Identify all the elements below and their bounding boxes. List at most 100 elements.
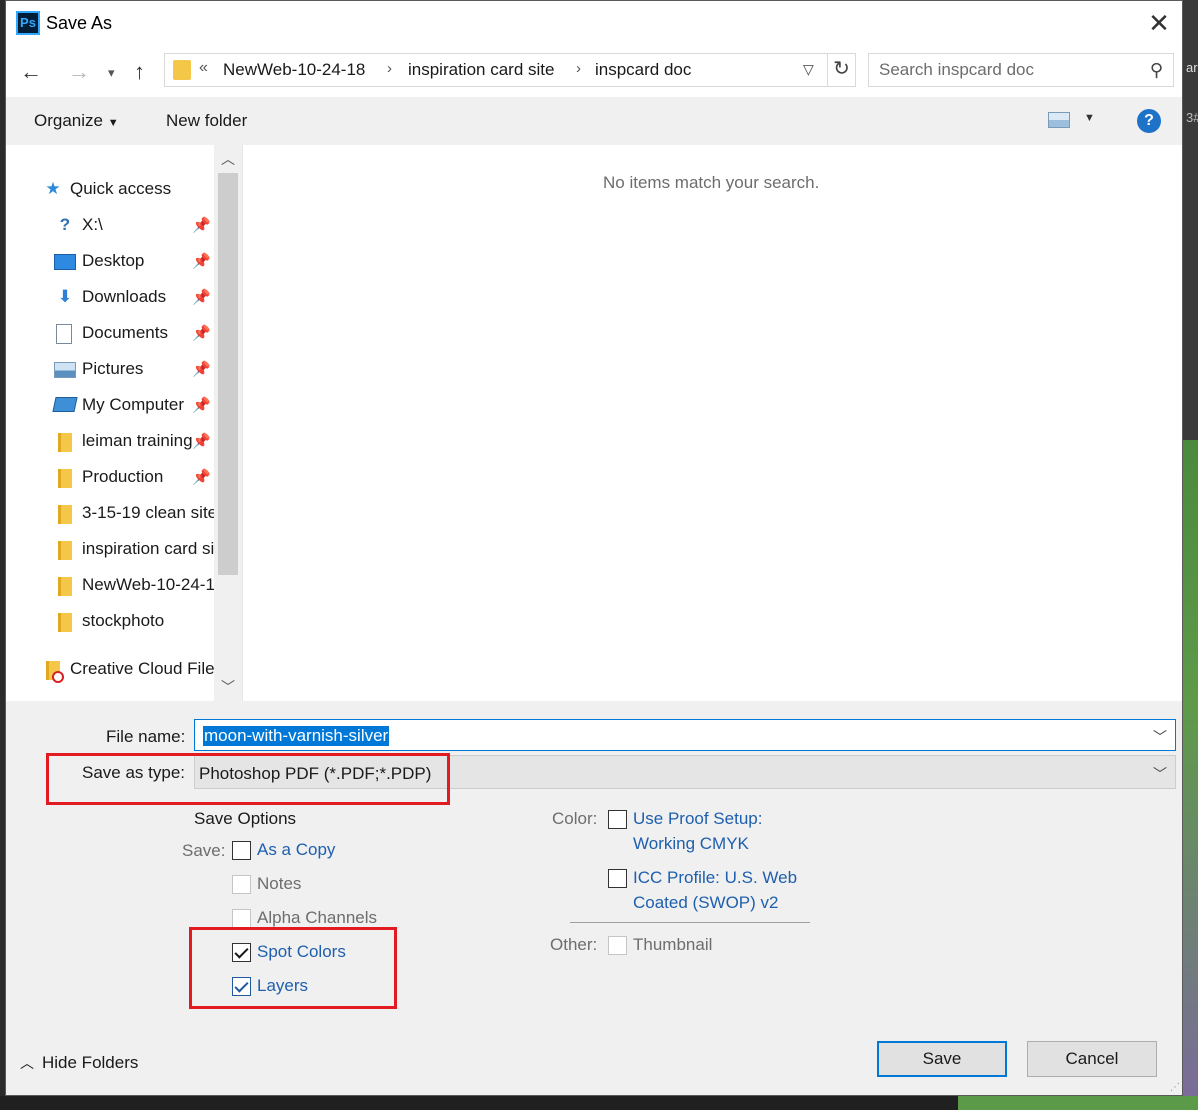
sidebar-item-label: Downloads: [82, 287, 167, 306]
sidebar-item-label: Quick access: [70, 179, 172, 198]
folder-icon: [173, 60, 191, 80]
as-a-copy-label[interactable]: As a Copy: [257, 840, 335, 860]
refresh-icon[interactable]: ↻: [827, 54, 855, 86]
alpha-channels-label: Alpha Channels: [257, 908, 378, 927]
sidebar-item-folder[interactable]: inspiration card site: [6, 533, 214, 567]
folder-icon: [58, 469, 72, 488]
navigation-bar: ← → ▾ ↑ « NewWeb-10-24-18 › inspiration …: [6, 45, 1182, 97]
sidebar-item-label: X:\: [82, 215, 103, 234]
documents-icon: [56, 324, 72, 344]
sidebar-item-folder[interactable]: 3-15-19 clean site: [6, 497, 214, 531]
window-title: Save As: [46, 13, 113, 33]
sidebar-scrollbar[interactable]: ︿ ﹀: [214, 145, 242, 701]
toolbar: Organize ▼ New folder ▼ ?: [6, 97, 1182, 145]
save-options-heading: Save Options: [194, 809, 297, 828]
use-proof-setup-label[interactable]: Use Proof Setup:: [633, 809, 762, 829]
background-canvas-bottom: [958, 1096, 1198, 1110]
sidebar-item-label: Creative Cloud Files: [70, 659, 214, 678]
sidebar-item-folder[interactable]: stockphoto: [6, 605, 214, 639]
pin-icon: 📌: [192, 217, 211, 234]
sidebar-item-folder[interactable]: leiman training 📌: [6, 425, 214, 459]
working-cmyk-label[interactable]: Working CMYK: [633, 834, 749, 854]
help-icon[interactable]: ?: [1137, 109, 1161, 133]
icc-profile-label[interactable]: ICC Profile: U.S. Web: [633, 868, 797, 888]
thumbnail-label: Thumbnail: [633, 935, 713, 954]
sidebar-item-creative-cloud[interactable]: Creative Cloud Files: [6, 653, 214, 687]
cancel-button[interactable]: Cancel: [1027, 1041, 1157, 1077]
creative-cloud-badge: [52, 671, 64, 683]
pin-icon: 📌: [192, 433, 211, 450]
sidebar-item-folder[interactable]: NewWeb-10-24-18: [6, 569, 214, 603]
address-bar[interactable]: « NewWeb-10-24-18 › inspiration card sit…: [164, 53, 856, 87]
sidebar-item-documents[interactable]: Documents 📌: [6, 317, 214, 351]
sidebar-item-pictures[interactable]: Pictures 📌: [6, 353, 214, 387]
organize-button[interactable]: Organize ▼: [34, 111, 119, 131]
chevron-down-icon[interactable]: ﹀: [214, 677, 242, 697]
back-arrow-icon[interactable]: ←: [20, 59, 42, 85]
download-icon: ⬇: [57, 287, 73, 306]
background-text: 3#: [1186, 110, 1198, 125]
pin-icon: 📌: [192, 289, 211, 306]
title-bar: Ps Save As ✕: [6, 1, 1182, 45]
icc-profile-checkbox[interactable]: [608, 869, 627, 888]
chevron-up-icon[interactable]: ︿: [214, 149, 242, 169]
desktop-icon: [54, 254, 76, 270]
divider: [570, 922, 810, 923]
save-label: Save:: [182, 841, 226, 860]
sidebar-item-desktop[interactable]: Desktop 📌: [6, 245, 214, 279]
breadcrumb-item[interactable]: inspcard doc: [595, 60, 691, 80]
empty-message: No items match your search.: [603, 173, 820, 192]
sidebar-item-label: Production: [82, 467, 164, 486]
breadcrumb-item[interactable]: NewWeb-10-24-18: [223, 60, 365, 80]
sidebar-item-label: 3-15-19 clean site: [82, 503, 214, 522]
scrollbar-thumb[interactable]: [218, 173, 238, 575]
forward-arrow-icon[interactable]: →: [68, 59, 90, 85]
folder-icon: [58, 541, 72, 560]
as-a-copy-checkbox[interactable]: [232, 841, 251, 860]
close-button[interactable]: ✕: [1136, 1, 1182, 45]
caret-down-icon: ▼: [107, 117, 119, 129]
computer-icon: [52, 397, 78, 412]
annotation-highlight-box: [46, 753, 450, 805]
sidebar-item-downloads[interactable]: ⬇ Downloads 📌: [6, 281, 214, 315]
file-name-input[interactable]: moon-with-varnish-silver ﹀: [194, 719, 1176, 751]
resize-grip-icon[interactable]: ⋰: [1170, 1082, 1180, 1093]
search-icon[interactable]: ⚲: [1150, 60, 1163, 81]
hide-folders-button[interactable]: ︿ Hide Folders: [20, 1053, 138, 1073]
file-name-label: File name:: [106, 727, 186, 746]
folder-icon: [58, 613, 72, 632]
pin-icon: 📌: [192, 397, 211, 414]
alpha-channels-checkbox: [232, 909, 251, 928]
file-name-value[interactable]: moon-with-varnish-silver: [203, 726, 390, 746]
caret-down-icon[interactable]: ▼: [1084, 112, 1095, 124]
sidebar-item-x-drive[interactable]: ? X:\ 📌: [6, 209, 214, 243]
sidebar-item-folder[interactable]: Production 📌: [6, 461, 214, 495]
chevron-down-icon[interactable]: ﹀: [1153, 727, 1167, 747]
pin-icon: 📌: [192, 469, 211, 486]
search-box[interactable]: ⚲: [868, 53, 1174, 87]
pin-icon: 📌: [192, 253, 211, 270]
background-text: ar: [1186, 60, 1198, 75]
chevron-down-icon[interactable]: ﹀: [1153, 764, 1167, 784]
new-folder-button[interactable]: New folder: [166, 111, 247, 131]
chevron-right-icon[interactable]: ›: [387, 60, 392, 77]
chevron-right-icon[interactable]: ›: [576, 60, 581, 77]
sidebar-item-my-computer[interactable]: My Computer 📌: [6, 389, 214, 423]
use-proof-setup-checkbox[interactable]: [608, 810, 627, 829]
color-label: Color:: [552, 809, 598, 828]
sidebar-item-quick-access[interactable]: ★ Quick access: [6, 173, 214, 207]
file-list[interactable]: No items match your search.: [242, 145, 1182, 701]
chevron-down-icon[interactable]: ▽: [803, 61, 814, 78]
save-button[interactable]: Save: [877, 1041, 1007, 1077]
photoshop-icon: Ps: [16, 11, 40, 35]
breadcrumb-overflow[interactable]: «: [199, 59, 208, 77]
sidebar-item-label: leiman training: [82, 431, 193, 450]
icc-profile-name-label[interactable]: Coated (SWOP) v2: [633, 893, 779, 913]
up-arrow-icon[interactable]: ↑: [134, 59, 145, 85]
star-icon: ★: [45, 179, 61, 198]
recent-locations-chevron-icon[interactable]: ▾: [108, 65, 115, 81]
sidebar-item-label: NewWeb-10-24-18: [82, 575, 214, 594]
change-view-icon[interactable]: [1048, 112, 1070, 128]
search-input[interactable]: [879, 60, 1129, 80]
breadcrumb-item[interactable]: inspiration card site: [408, 60, 554, 80]
